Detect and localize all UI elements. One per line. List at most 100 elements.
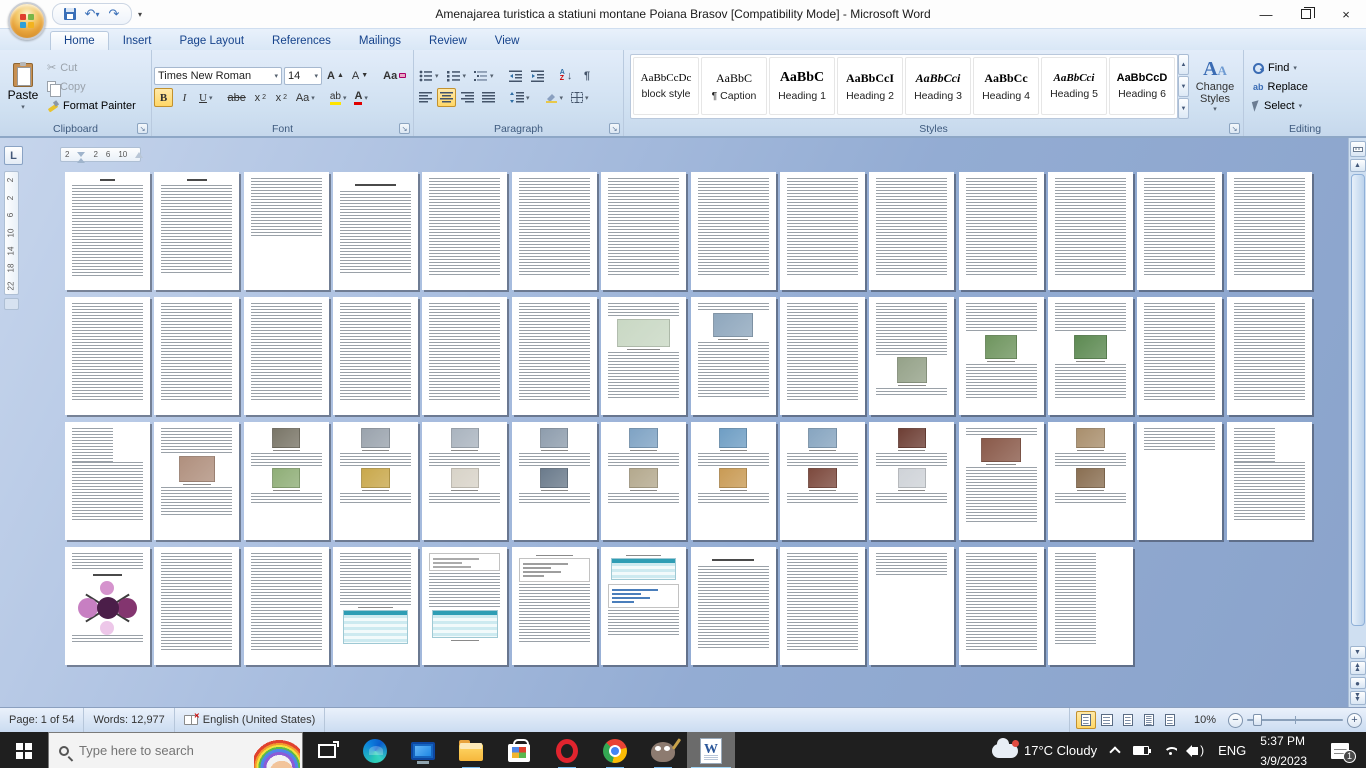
full-screen-reading-view-button[interactable] <box>1097 711 1117 729</box>
indent-marker[interactable] <box>77 152 85 157</box>
page-thumbnail-14[interactable] <box>1227 172 1312 290</box>
page-thumbnail-22[interactable] <box>691 297 776 415</box>
customize-qat-button[interactable]: ▾ <box>138 10 142 19</box>
tab-page-layout[interactable]: Page Layout <box>165 31 258 50</box>
right-indent-marker[interactable] <box>135 152 143 158</box>
taskbar-app-file-explorer[interactable] <box>447 732 495 768</box>
page-thumbnail-31[interactable] <box>244 422 329 540</box>
page-thumbnail-26[interactable] <box>1048 297 1133 415</box>
page-thumbnail-19[interactable] <box>422 297 507 415</box>
page-thumbnail-47[interactable] <box>422 547 507 665</box>
page-thumbnail-44[interactable] <box>154 547 239 665</box>
change-styles-button[interactable]: AA Change Styles ▾ <box>1189 52 1241 121</box>
cut-button[interactable]: ✂Cut <box>44 59 139 76</box>
word-count[interactable]: Words: 12,977 <box>84 708 174 732</box>
page-thumbnail-18[interactable] <box>333 297 418 415</box>
outline-view-button[interactable] <box>1139 711 1159 729</box>
input-language[interactable]: ENG <box>1211 732 1253 768</box>
zoom-out-button[interactable]: − <box>1228 713 1243 728</box>
page-thumbnail-12[interactable] <box>1048 172 1133 290</box>
notification-center-button[interactable]: 1 <box>1314 732 1366 768</box>
tab-review[interactable]: Review <box>415 31 481 50</box>
style-caption[interactable]: AaBbC¶ Caption <box>701 57 767 115</box>
scrollbar-track[interactable] <box>1350 174 1366 642</box>
page-thumbnail-4[interactable] <box>333 172 418 290</box>
network-status[interactable] <box>1156 732 1184 768</box>
save-button[interactable] <box>61 5 79 23</box>
page-thumbnail-53[interactable] <box>959 547 1044 665</box>
close-button[interactable]: × <box>1326 1 1366 27</box>
page-thumbnail-42[interactable] <box>1227 422 1312 540</box>
page-thumbnail-6[interactable] <box>512 172 597 290</box>
shading-button[interactable]: ▾ <box>542 88 567 107</box>
grow-font-button[interactable]: A▲ <box>324 66 347 85</box>
taskbar-app-chrome[interactable] <box>591 732 639 768</box>
page-thumbnail-37[interactable] <box>780 422 865 540</box>
page-thumbnail-15[interactable] <box>65 297 150 415</box>
zoom-in-button[interactable]: + <box>1347 713 1362 728</box>
scroll-down-button[interactable]: ▼ <box>1350 646 1366 659</box>
volume-control[interactable] <box>1184 732 1211 768</box>
page-thumbnail-23[interactable] <box>780 297 865 415</box>
style-heading-2[interactable]: AaBbCcIHeading 2 <box>837 57 903 115</box>
subscript-button[interactable]: x2 <box>251 88 270 107</box>
show-hide-pilcrow-button[interactable]: ¶ <box>578 66 597 85</box>
align-left-button[interactable] <box>416 88 435 107</box>
decrease-indent-button[interactable] <box>506 66 526 85</box>
styles-more-button[interactable]: ▼ <box>1178 98 1189 119</box>
page-thumbnail-39[interactable] <box>959 422 1044 540</box>
select-browse-object-button[interactable]: ● <box>1350 677 1366 689</box>
page-thumbnail-46[interactable] <box>333 547 418 665</box>
page-thumbnail-43[interactable] <box>65 547 150 665</box>
page-thumbnail-24[interactable] <box>869 297 954 415</box>
clipboard-dialog-launcher[interactable]: ↘ <box>137 123 148 134</box>
page-indicator[interactable]: Page: 1 of 54 <box>0 708 84 732</box>
styles-dialog-launcher[interactable]: ↘ <box>1229 123 1240 134</box>
proofing-status[interactable]: English (United States) <box>175 708 326 732</box>
page-thumbnail-35[interactable] <box>601 422 686 540</box>
clear-formatting-button[interactable]: Aa <box>380 66 409 85</box>
font-dialog-launcher[interactable]: ↘ <box>399 123 410 134</box>
bold-button[interactable]: B <box>154 88 173 107</box>
justify-button[interactable] <box>479 88 498 107</box>
page-thumbnail-16[interactable] <box>154 297 239 415</box>
superscript-button[interactable]: x2 <box>272 88 291 107</box>
restore-button[interactable] <box>1286 1 1326 27</box>
page-thumbnail-7[interactable] <box>601 172 686 290</box>
clock[interactable]: 5:37 PM 3/9/2023 <box>1253 732 1314 768</box>
bullets-button[interactable]: ▾ <box>416 66 442 85</box>
minimize-button[interactable]: — <box>1246 1 1286 27</box>
page-thumbnail-45[interactable] <box>244 547 329 665</box>
scrollbar-thumb[interactable] <box>1351 174 1365 626</box>
page-thumbnail-40[interactable] <box>1048 422 1133 540</box>
vertical-ruler[interactable]: 22610141822 <box>4 171 19 295</box>
find-button[interactable]: Find▾ <box>1250 59 1311 76</box>
tray-expand-button[interactable] <box>1104 732 1126 768</box>
page-thumbnail-10[interactable] <box>869 172 954 290</box>
start-button[interactable] <box>0 732 48 768</box>
page-thumbnail-30[interactable] <box>154 422 239 540</box>
tab-mailings[interactable]: Mailings <box>345 31 415 50</box>
page-thumbnail-21[interactable] <box>601 297 686 415</box>
strikethrough-button[interactable]: abe <box>224 88 248 107</box>
page-thumbnail-9[interactable] <box>780 172 865 290</box>
page-thumbnail-50[interactable] <box>691 547 776 665</box>
zoom-slider-thumb[interactable] <box>1253 714 1262 726</box>
tab-view[interactable]: View <box>481 31 534 50</box>
undo-button[interactable]: ↶▾ <box>83 5 101 23</box>
print-layout-view-button[interactable] <box>1076 711 1096 729</box>
page-thumbnail-54[interactable] <box>1048 547 1133 665</box>
page-thumbnail-27[interactable] <box>1137 297 1222 415</box>
shrink-font-button[interactable]: A▼ <box>349 66 371 85</box>
line-spacing-button[interactable]: ▾ <box>507 88 533 107</box>
zoom-level[interactable]: 10% <box>1186 714 1224 726</box>
taskbar-app-gimp[interactable] <box>639 732 687 768</box>
tab-insert[interactable]: Insert <box>109 31 166 50</box>
taskbar-app-store[interactable] <box>495 732 543 768</box>
page-thumbnail-1[interactable] <box>65 172 150 290</box>
page-thumbnail-28[interactable] <box>1227 297 1312 415</box>
format-painter-button[interactable]: Format Painter <box>44 97 139 114</box>
page-thumbnail-33[interactable] <box>422 422 507 540</box>
paragraph-dialog-launcher[interactable]: ↘ <box>609 123 620 134</box>
replace-button[interactable]: abReplace <box>1250 78 1311 95</box>
